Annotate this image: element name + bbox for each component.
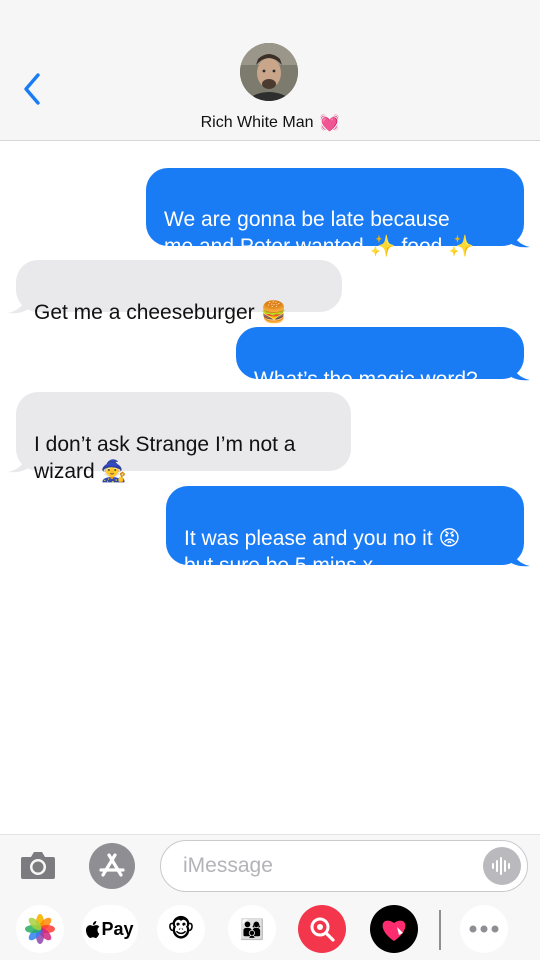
contact-name-row[interactable]: Rich White Man 💓 (0, 110, 540, 136)
message-text: I don’t ask Strange I’m not a wizard 🧙 (34, 433, 296, 483)
conversation-header: Rich White Man 💓 (0, 0, 540, 141)
image-search-button[interactable] (298, 905, 346, 953)
apple-pay-button[interactable]: Pay (82, 905, 138, 953)
outgoing-bubble-tail (510, 548, 530, 567)
message-input[interactable] (183, 841, 473, 890)
photos-icon (25, 914, 55, 944)
more-icon (469, 925, 499, 933)
app-drawer-divider (439, 910, 441, 950)
outgoing-message[interactable]: We are gonna be late because me and Pete… (146, 168, 524, 258)
outgoing-message[interactable]: What’s the magic word? (236, 327, 524, 391)
apple-pay-label: Pay (101, 918, 134, 939)
incoming-message[interactable]: Get me a cheeseburger 🍔 (16, 260, 342, 324)
outgoing-bubble-tail (510, 362, 530, 381)
memoji-stickers-button[interactable]: 👨‍👩‍👦 (228, 905, 276, 953)
audio-waveform-icon (492, 857, 510, 875)
app-store-icon (99, 853, 125, 877)
memoji-stickers-icon: 👨‍👩‍👦 (239, 918, 265, 941)
audio-message-button[interactable] (483, 847, 521, 885)
message-text: What’s the magic word? (254, 368, 478, 391)
contact-name: Rich White Man (200, 114, 314, 131)
app-drawer: Pay 🐵 👨‍👩‍👦 (0, 905, 540, 953)
photos-app-button[interactable] (16, 905, 64, 953)
message-text: It was please and you no it 😡 but sure b… (184, 527, 461, 577)
message-thread: We are gonna be late because me and Pete… (0, 141, 540, 835)
incoming-bubble-tail (8, 295, 28, 314)
monkey-animoji-icon: 🐵 (167, 915, 195, 943)
message-input-field[interactable] (160, 840, 528, 892)
camera-icon (21, 852, 55, 879)
animoji-button[interactable]: 🐵 (157, 905, 205, 953)
digital-touch-icon (382, 920, 406, 941)
apple-logo-icon (86, 920, 100, 938)
outgoing-bubble-tail (510, 229, 530, 248)
chevron-left-icon (24, 73, 40, 105)
incoming-message[interactable]: I don’t ask Strange I’m not a wizard 🧙 (16, 392, 351, 483)
camera-button[interactable] (18, 845, 58, 885)
heart-emoji-icon: 💓 (319, 115, 340, 132)
outgoing-message[interactable]: It was please and you no it 😡 but sure b… (166, 486, 524, 577)
message-text: We are gonna be late because me and Pete… (164, 208, 475, 258)
incoming-bubble-tail (8, 454, 28, 473)
message-text: Get me a cheeseburger 🍔 (34, 301, 287, 324)
image-search-icon (310, 917, 335, 942)
contact-avatar[interactable] (240, 43, 298, 101)
app-store-button[interactable] (89, 843, 135, 889)
back-button[interactable] (14, 68, 50, 110)
more-apps-button[interactable] (460, 905, 508, 953)
digital-touch-button[interactable] (370, 905, 418, 953)
